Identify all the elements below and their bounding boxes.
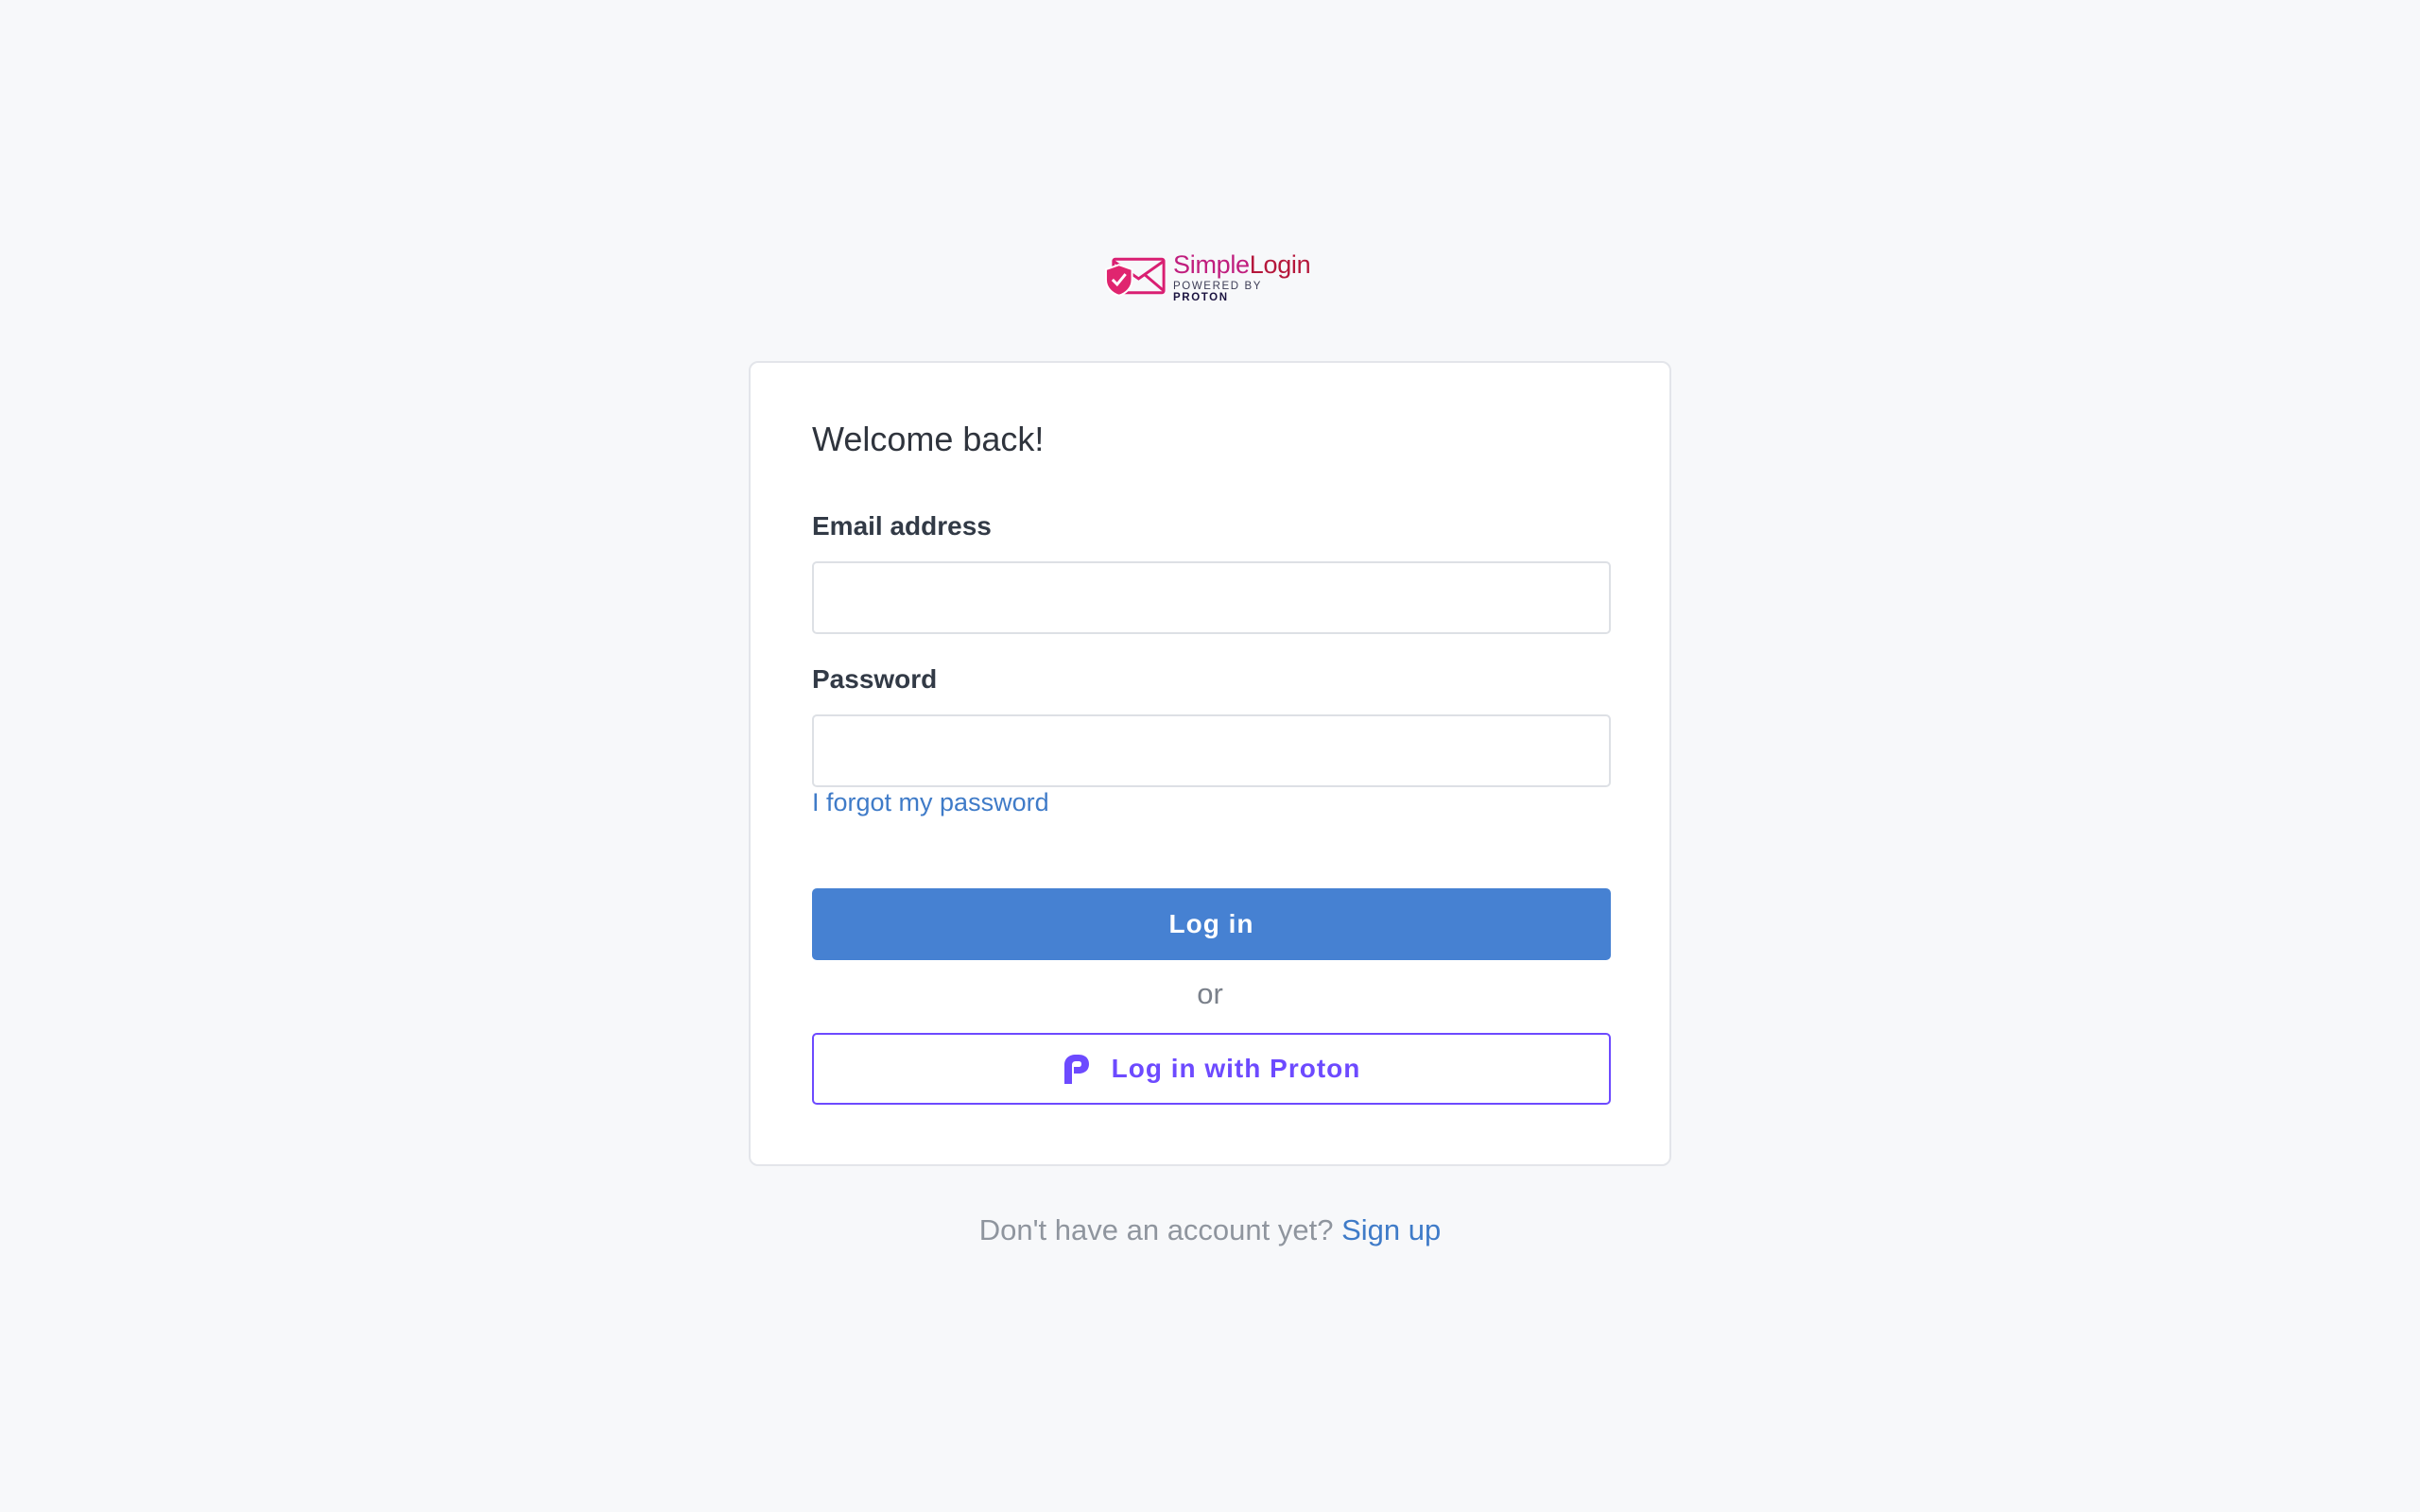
tagline-brand: PROTON xyxy=(1173,291,1229,303)
login-card: Welcome back! Email address Password I f… xyxy=(749,361,1671,1166)
brand-name-simple: Simple xyxy=(1173,249,1250,279)
login-button[interactable]: Log in xyxy=(812,888,1611,960)
login-with-proton-button[interactable]: Log in with Proton xyxy=(812,1033,1611,1105)
tagline-prefix: POWERED BY xyxy=(1173,280,1262,292)
password-field[interactable] xyxy=(812,714,1611,787)
email-field[interactable] xyxy=(812,561,1611,634)
brand-tagline: POWERED BY PROTON xyxy=(1173,281,1320,303)
separator-text: or xyxy=(1197,977,1223,1010)
proton-button-label: Log in with Proton xyxy=(1111,1054,1361,1083)
email-label: Email address xyxy=(812,511,992,541)
simplelogin-logo: SimpleLogin POWERED BY PROTON xyxy=(1102,251,1320,303)
page-title: Welcome back! xyxy=(812,420,1045,458)
brand-name: SimpleLogin xyxy=(1173,251,1320,278)
brand-name-login: Login xyxy=(1249,249,1311,279)
password-label: Password xyxy=(812,664,938,694)
forgot-password-link[interactable]: I forgot my password xyxy=(812,788,1049,817)
signup-prompt-text: Don't have an account yet? xyxy=(978,1213,1334,1246)
envelope-shield-icon xyxy=(1104,257,1166,297)
signup-prompt: Don't have an account yet? Sign up xyxy=(0,1213,2420,1247)
signup-link[interactable]: Sign up xyxy=(1341,1213,1441,1246)
proton-p-icon xyxy=(1063,1055,1089,1084)
